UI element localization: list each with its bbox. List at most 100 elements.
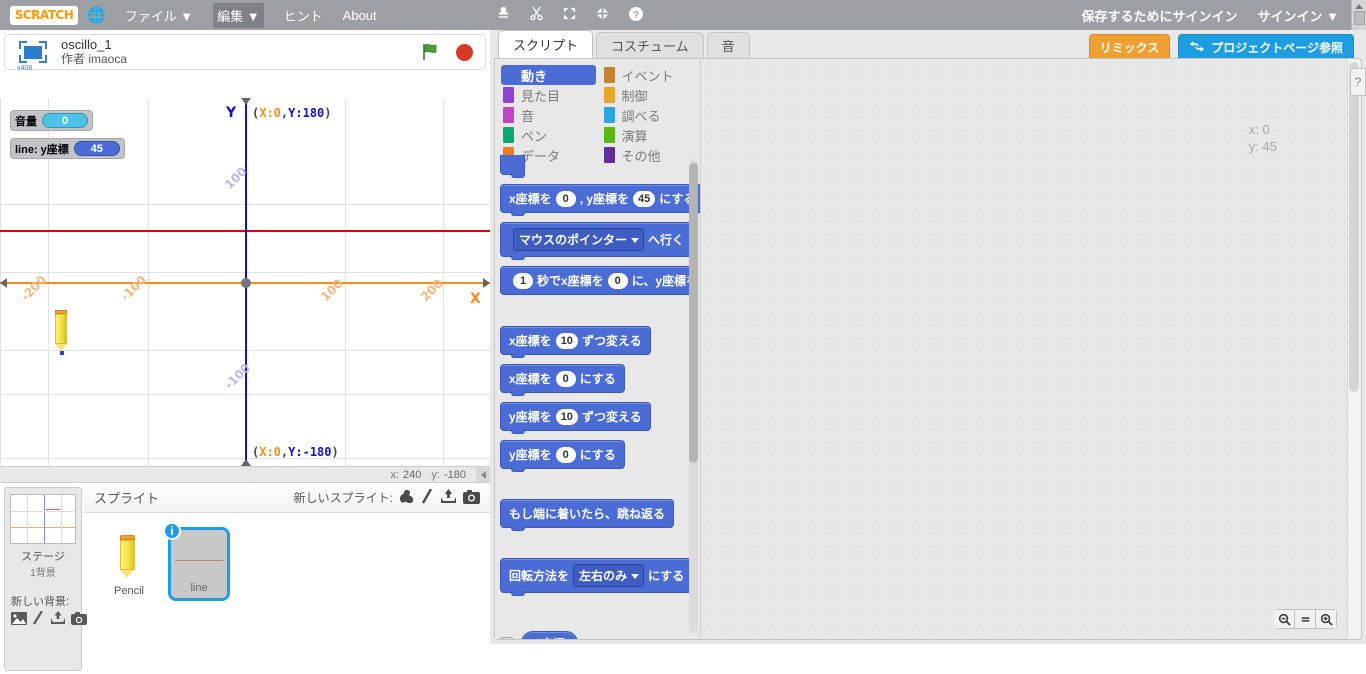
stop-button-icon[interactable]: [456, 44, 473, 61]
block-set-rotation-style[interactable]: 回転方法を 左右のみ にする: [500, 558, 693, 593]
block-goto-xy-input-x[interactable]: 0: [556, 191, 576, 207]
help-icon[interactable]: ?: [628, 6, 644, 25]
sprite-library-icon[interactable]: [399, 489, 415, 506]
y-axis-label: Y: [226, 105, 236, 121]
block-goto-xy-label1: x座標を: [509, 190, 552, 207]
block-change-y-input[interactable]: 10: [556, 409, 578, 425]
zoom-out-icon[interactable]: [1274, 609, 1295, 629]
block-glide-label2: に、y座標を: [632, 272, 696, 289]
block-goto-target-label: へ行く: [648, 231, 684, 248]
category-motion-swatch: [503, 67, 514, 83]
reporter-checkbox-x[interactable]: [500, 637, 513, 639]
scripts-canvas[interactable]: x: 0 y: 45: [700, 59, 1347, 639]
block-goto-target-dropdown[interactable]: マウスのポインター: [513, 228, 644, 251]
block-set-x-input[interactable]: 0: [556, 371, 576, 387]
block-glide-input-secs[interactable]: 1: [513, 273, 533, 289]
category-control[interactable]: 制御: [602, 85, 697, 105]
block-goto-xy-input-y[interactable]: 45: [633, 191, 655, 207]
sprite-paint-icon[interactable]: [421, 489, 434, 506]
block-set-y-label1: y座標を: [509, 446, 552, 463]
stage[interactable]: -200 -100 100 200 100 -100 X Y (X:0,Y:18…: [0, 98, 490, 466]
globe-icon[interactable]: 🌐: [87, 8, 106, 23]
watcher-volume[interactable]: 音量 0: [10, 110, 93, 131]
page-scrollbar[interactable]: [1351, 0, 1366, 30]
block-change-y[interactable]: y座標を 10 ずつ変える: [500, 402, 651, 431]
menu-tips[interactable]: ヒント: [284, 6, 323, 25]
signin-prompt[interactable]: 保存するためにサインイン: [1082, 6, 1238, 25]
tab-sounds[interactable]: 音: [707, 32, 750, 58]
block-goto-xy[interactable]: x座標を 0 , y座標を 45 にする: [500, 184, 700, 213]
block-partial-top[interactable]: x: [500, 155, 525, 175]
category-operators[interactable]: 演算: [602, 125, 697, 145]
collapse-stage-arrow[interactable]: [476, 467, 490, 483]
category-pen[interactable]: ペン: [501, 125, 596, 145]
block-set-y[interactable]: y座標を 0 にする: [500, 440, 625, 469]
category-control-label: 制御: [622, 86, 648, 105]
category-looks[interactable]: 見た目: [501, 85, 596, 105]
menu-file[interactable]: ファイル ▼: [125, 6, 193, 25]
sprite-camera-icon[interactable]: [463, 490, 480, 506]
mouse-x-label: x:: [390, 469, 399, 481]
sprite-pencil-on-stage[interactable]: [55, 310, 69, 348]
scissors-icon[interactable]: [529, 6, 544, 24]
category-motion[interactable]: 動き: [501, 65, 596, 85]
menu-about[interactable]: About: [343, 8, 377, 23]
project-title: oscillo_1: [61, 38, 127, 52]
category-sensing[interactable]: 調べる: [602, 105, 697, 125]
remix-button[interactable]: リミックス: [1089, 34, 1171, 61]
block-rotation-dropdown[interactable]: 左右のみ: [573, 564, 644, 587]
sprite-name-pencil: Pencil: [114, 585, 144, 597]
project-info: oscillo_1 作者 imaoca: [61, 38, 127, 66]
category-motion-label: 動き: [521, 66, 547, 85]
sprite-info-badge[interactable]: i: [163, 522, 181, 540]
block-set-x[interactable]: x座標を 0 にする: [500, 364, 625, 393]
reporter-block-x[interactable]: x座標: [521, 631, 578, 639]
tab-costumes[interactable]: コスチューム: [596, 32, 704, 58]
watcher-line-y[interactable]: line: y座標 45: [10, 138, 125, 159]
category-events[interactable]: イベント: [602, 65, 697, 85]
project-page-button[interactable]: プロジェクトページ参照: [1178, 34, 1354, 61]
top-coord-y: Y:180: [288, 106, 324, 120]
mouse-y-value: -180: [444, 469, 466, 481]
green-flag-icon[interactable]: [420, 42, 440, 62]
scripts-scroll-thumb[interactable]: [1349, 62, 1359, 392]
stage-selector[interactable]: ステージ 1背景 新しい背景:: [4, 487, 82, 671]
grow-icon[interactable]: [562, 6, 577, 24]
block-glide-input-x[interactable]: 0: [608, 273, 628, 289]
zoom-in-icon[interactable]: [1315, 609, 1337, 629]
backdrop-paint-icon[interactable]: [32, 611, 45, 627]
sprite-tile-line[interactable]: i line: [168, 527, 230, 601]
block-glide[interactable]: 1 秒でx座標を 0 に、y座標を 45: [500, 266, 696, 295]
menu-edit[interactable]: 編集 ▼: [213, 3, 263, 28]
backdrop-library-icon[interactable]: [11, 612, 27, 627]
scripts-scrollbar[interactable]: [1347, 60, 1360, 638]
block-rotation-label2: にする: [648, 567, 684, 584]
block-list: x x座標を 0 , y座標を 45 にする マウスのポインター へ行く: [495, 155, 700, 639]
scroll-thumb[interactable]: [1354, 11, 1365, 25]
category-sensing-label: 調べる: [622, 106, 661, 125]
category-sound[interactable]: 音: [501, 105, 596, 125]
palette-scrollbar[interactable]: [689, 159, 698, 633]
tab-scripts[interactable]: スクリプト: [498, 30, 593, 58]
block-change-x-input[interactable]: 10: [556, 333, 578, 349]
right-panel: スクリプト コスチューム 音 リミックス プロジェクトページ参照 動き イベント: [490, 30, 1366, 644]
watcher-volume-value: 0: [42, 113, 88, 128]
block-change-x[interactable]: x座標を 10 ずつ変える: [500, 326, 651, 355]
shrink-icon[interactable]: [595, 6, 610, 24]
watcher-volume-label: 音量: [15, 113, 37, 129]
signin-menu[interactable]: サインイン ▼: [1258, 6, 1339, 25]
stamp-icon[interactable]: [496, 6, 511, 24]
palette-scroll-thumb[interactable]: [689, 163, 698, 463]
scratch-logo[interactable]: SCRATCH: [10, 6, 78, 25]
category-looks-label: 見た目: [521, 86, 560, 105]
sprite-upload-icon[interactable]: [440, 489, 457, 506]
help-tab-icon[interactable]: ?: [1350, 68, 1366, 96]
backdrop-upload-icon[interactable]: [50, 611, 66, 627]
block-bounce-on-edge[interactable]: もし端に着いたら、跳ね返る: [500, 499, 674, 528]
block-set-y-input[interactable]: 0: [556, 447, 576, 463]
zoom-reset-icon[interactable]: [1294, 609, 1316, 629]
block-goto-target-dropdown-value: マウスのポインター: [519, 233, 627, 247]
scroll-up-arrow[interactable]: [1355, 4, 1363, 9]
block-goto-target[interactable]: マウスのポインター へ行く: [500, 222, 693, 257]
sprite-tile-pencil[interactable]: Pencil: [98, 527, 160, 601]
